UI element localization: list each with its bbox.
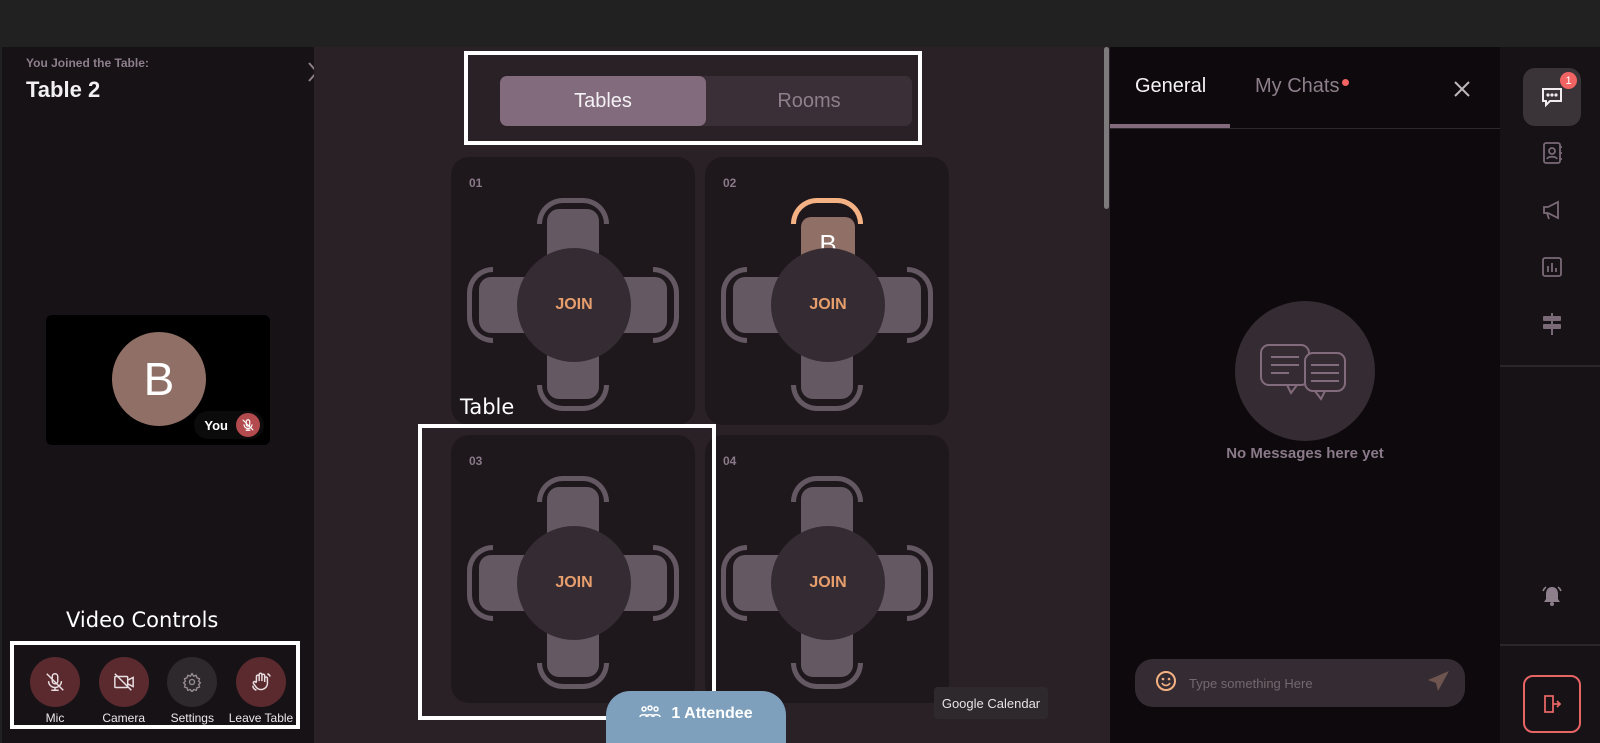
rail-item-chat[interactable]: 1 xyxy=(1523,68,1581,126)
joined-label: You Joined the Table: xyxy=(26,56,149,70)
attendee-label: 1 Attendee xyxy=(671,705,753,722)
annotation-table: Table xyxy=(460,395,515,419)
join-label: JOIN xyxy=(809,296,847,313)
center-scrollbar[interactable] xyxy=(1104,47,1109,209)
rail-item-polls[interactable] xyxy=(1523,238,1581,296)
you-pill: You xyxy=(194,411,264,439)
mic-off-icon xyxy=(46,673,64,691)
camera-off-icon xyxy=(113,673,134,691)
avatar: B xyxy=(112,332,206,426)
message-input[interactable] xyxy=(1189,675,1427,691)
rail-divider-bottom xyxy=(1500,644,1600,646)
exit-icon xyxy=(1544,695,1562,713)
table-number: 02 xyxy=(723,176,737,190)
table-card[interactable]: 02 B JOIN xyxy=(705,157,949,425)
unread-dot xyxy=(1342,79,1350,86)
you-label: You xyxy=(204,417,228,433)
leave-table-label: Leave Table xyxy=(228,711,294,725)
joined-table-header: You Joined the Table: Table 2 xyxy=(2,47,340,102)
mic-toggle-button[interactable]: Mic xyxy=(24,657,86,733)
close-icon xyxy=(1454,81,1470,97)
smiley-icon xyxy=(1156,670,1176,691)
tab-divider xyxy=(1110,128,1500,129)
empty-chat-illustration xyxy=(1235,301,1375,441)
rail-item-announcements[interactable] xyxy=(1523,181,1581,239)
bell-icon xyxy=(1542,586,1562,606)
annotation-box-table xyxy=(418,424,716,720)
table-card[interactable]: 01 JOIN xyxy=(451,157,695,425)
people-icon xyxy=(639,705,662,718)
leave-table-button[interactable]: Leave Table xyxy=(228,657,294,733)
notifications-button[interactable] xyxy=(1523,567,1581,625)
rail-divider xyxy=(1500,365,1600,367)
chat-badge: 1 xyxy=(1560,72,1577,89)
settings-button[interactable]: Settings xyxy=(161,657,223,733)
chat-icon xyxy=(1542,88,1562,108)
send-icon xyxy=(1428,670,1449,691)
self-video-tile: B You xyxy=(46,315,270,445)
camera-label: Camera xyxy=(102,711,145,725)
right-rail: 1 xyxy=(1500,47,1600,743)
join-table-button[interactable]: JOIN xyxy=(771,526,885,640)
attendee-count-button[interactable]: 1 Attendee xyxy=(606,691,786,743)
tab-my-chats-label: My Chats xyxy=(1255,75,1340,97)
chat-bubbles-icon xyxy=(1260,344,1346,401)
mic-label: Mic xyxy=(45,711,65,725)
emoji-button[interactable] xyxy=(1155,670,1177,697)
signpost-icon xyxy=(1543,313,1561,335)
rail-item-contacts[interactable] xyxy=(1523,124,1581,182)
camera-toggle-button[interactable]: Camera xyxy=(93,657,155,733)
contact-book-icon xyxy=(1543,142,1562,164)
rail-item-directions[interactable] xyxy=(1523,295,1581,353)
join-table-button[interactable]: JOIN xyxy=(771,248,885,362)
left-panel: You Joined the Table: Table 2 B You Vide… xyxy=(2,47,340,743)
table-number: 01 xyxy=(469,176,483,190)
join-table-button[interactable]: JOIN xyxy=(517,248,631,362)
table-number: 04 xyxy=(723,454,737,468)
mic-off-icon xyxy=(242,419,254,431)
table-card[interactable]: 04 JOIN xyxy=(705,435,949,703)
tab-my-chats[interactable]: My Chats xyxy=(1255,75,1350,98)
video-controls: Mic Camera Settings Leave Table xyxy=(18,657,298,733)
tables-rooms-toggle: Tables Rooms xyxy=(500,76,912,126)
close-chat-button[interactable] xyxy=(1450,77,1474,101)
bar-chart-icon xyxy=(1542,257,1562,277)
empty-chat-text: No Messages here yet xyxy=(1226,445,1384,462)
tooltip: Google Calendar xyxy=(934,687,1048,719)
tables-area: Tables Rooms 01 JOIN 02 B JOIN 03 JOIN 0… xyxy=(314,47,1110,743)
tab-tables[interactable]: Tables xyxy=(500,76,706,126)
chat-panel: General My Chats No Messages here yet xyxy=(1110,47,1500,743)
chat-composer xyxy=(1135,659,1465,707)
browser-top-bar xyxy=(0,0,1600,47)
tab-general[interactable]: General xyxy=(1135,75,1206,98)
join-label: JOIN xyxy=(555,296,593,313)
annotation-video-controls: Video Controls xyxy=(66,608,219,632)
tab-rooms[interactable]: Rooms xyxy=(706,76,912,126)
joined-table-name: Table 2 xyxy=(26,77,101,102)
settings-label: Settings xyxy=(170,711,214,725)
send-button[interactable] xyxy=(1427,670,1451,697)
logout-button[interactable] xyxy=(1523,675,1581,733)
wave-hand-icon xyxy=(251,672,271,691)
gear-icon xyxy=(183,672,202,692)
join-label: JOIN xyxy=(809,574,847,591)
megaphone-icon xyxy=(1543,200,1559,220)
mic-muted-indicator xyxy=(236,413,260,437)
